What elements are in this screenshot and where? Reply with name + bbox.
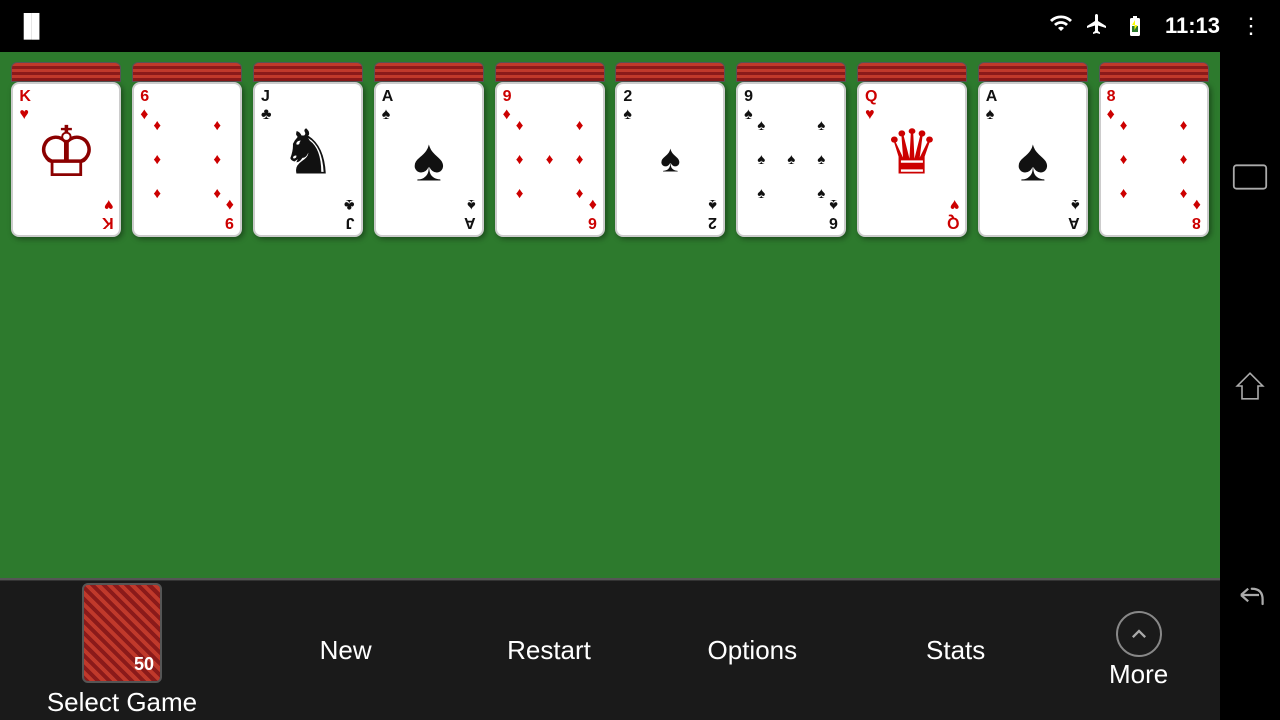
- card-9-spades[interactable]: 9♠ ♠ ♠ ♠ ♠ ♠ ♠ ♠ 6♠: [736, 82, 846, 237]
- overflow-menu-icon[interactable]: ⋮: [1240, 13, 1264, 39]
- card-pips: ♦ ♦ ♦ ♦ ♦ ♦: [1109, 108, 1199, 211]
- card-column-9: A♠ ♠ A♠: [976, 62, 1089, 237]
- card-8-diamonds[interactable]: 8♦ ♦ ♦ ♦ ♦ ♦ ♦ 8♦: [1099, 82, 1209, 237]
- card-stack-top-4: [374, 62, 484, 82]
- more-label: More: [1109, 659, 1168, 690]
- back-button[interactable]: [1228, 573, 1272, 617]
- game-number: 50: [134, 654, 154, 675]
- options-button[interactable]: Options: [651, 581, 854, 720]
- card-column-3: J♣ ♞ J♣: [252, 62, 365, 237]
- card-rank-top: Q♥: [865, 88, 877, 123]
- card-rank-bottom: J♣: [344, 196, 355, 231]
- navigation-bar: [1220, 52, 1280, 720]
- card-column-10: 8♦ ♦ ♦ ♦ ♦ ♦ ♦ 8♦: [1097, 62, 1210, 237]
- card-pip: ♠: [413, 125, 445, 194]
- menu-icon: ▐▌: [16, 13, 47, 39]
- status-bar: ▐▌ 11:13 ⋮: [0, 0, 1280, 52]
- wifi-icon: [1049, 11, 1073, 41]
- cards-area: K♥ ♔ K♥ 6♦ ♦ ♦ ♦ ♦ ♦ ♦: [10, 62, 1210, 237]
- card-stack-top-3: [253, 62, 363, 82]
- card-rank-bottom: Q♥: [947, 196, 959, 231]
- card-rank-bottom: 8♦: [1192, 196, 1201, 231]
- card-rank-bottom: A♠: [464, 196, 476, 231]
- select-game-label: Select Game: [47, 687, 197, 718]
- card-column-2: 6♦ ♦ ♦ ♦ ♦ ♦ ♦ 9♦: [131, 62, 244, 237]
- card-rank-top: J♣: [261, 88, 272, 123]
- card-column-5: 9♦ ♦ ♦ ♦ ♦ ♦ ♦ ♦ 6♦: [493, 62, 606, 237]
- home-button[interactable]: [1228, 364, 1272, 408]
- card-stack-top-1: [11, 62, 121, 82]
- airplane-icon: [1085, 12, 1109, 41]
- card-column-4: A♠ ♠ A♠: [372, 62, 485, 237]
- stats-label: Stats: [926, 635, 985, 666]
- game-area[interactable]: K♥ ♔ K♥ 6♦ ♦ ♦ ♦ ♦ ♦ ♦: [0, 52, 1220, 580]
- card-rank-bottom: 2♠: [708, 196, 717, 231]
- clock: 11:13: [1165, 13, 1220, 39]
- card-rank-top: A♠: [382, 88, 394, 123]
- more-circle-icon: [1116, 611, 1162, 657]
- card-stack-top-10: [1099, 62, 1209, 82]
- new-label: New: [320, 635, 372, 666]
- card-2-spades[interactable]: 2♠ ♠ 2♠: [615, 82, 725, 237]
- card-column-8: Q♥ ♛ Q♥: [856, 62, 969, 237]
- card-stack-top-8: [857, 62, 967, 82]
- card-stack-top-6: [615, 62, 725, 82]
- card-rank-bottom: 9♦: [225, 196, 234, 231]
- card-face: ♞: [280, 115, 336, 188]
- select-game-button[interactable]: 50 Select Game: [0, 581, 244, 720]
- card-pips: ♠ ♠ ♠ ♠ ♠ ♠ ♠: [746, 108, 836, 211]
- card-face: ♛: [884, 115, 940, 188]
- card-pips: ♦ ♦ ♦ ♦ ♦ ♦: [142, 108, 232, 211]
- card-face: ♔: [35, 117, 98, 187]
- card-ace-spades-2[interactable]: A♠ ♠ A♠: [978, 82, 1088, 237]
- stats-button[interactable]: Stats: [854, 581, 1057, 720]
- restart-label: Restart: [507, 635, 591, 666]
- card-rank-top: 2♠: [623, 88, 632, 123]
- card-rank-top: A♠: [986, 88, 998, 123]
- card-king-hearts[interactable]: K♥ ♔ K♥: [11, 82, 121, 237]
- card-rank-bottom: A♠: [1068, 196, 1080, 231]
- card-rank-top: K♥: [19, 88, 31, 123]
- card-stack-top-2: [132, 62, 242, 82]
- card-rank-bottom: K♥: [102, 196, 114, 231]
- battery-icon: [1121, 14, 1149, 38]
- card-6-diamonds[interactable]: 6♦ ♦ ♦ ♦ ♦ ♦ ♦ 9♦: [132, 82, 242, 237]
- card-pips: ♦ ♦ ♦ ♦ ♦ ♦ ♦: [505, 108, 595, 211]
- toolbar: 50 Select Game New Restart Options Stats…: [0, 580, 1220, 720]
- landscape-button[interactable]: [1228, 155, 1272, 199]
- card-rank-bottom: 6♦: [588, 196, 597, 231]
- card-jack-clubs[interactable]: J♣ ♞ J♣: [253, 82, 363, 237]
- card-stack-top-9: [978, 62, 1088, 82]
- more-button[interactable]: More: [1057, 581, 1220, 720]
- card-column-7: 9♠ ♠ ♠ ♠ ♠ ♠ ♠ ♠ 6♠: [735, 62, 848, 237]
- card-queen-hearts[interactable]: Q♥ ♛ Q♥: [857, 82, 967, 237]
- card-ace-spades[interactable]: A♠ ♠ A♠: [374, 82, 484, 237]
- card-pip: ♠: [660, 138, 680, 181]
- card-column-6: 2♠ ♠ 2♠: [614, 62, 727, 237]
- new-game-button[interactable]: New: [244, 581, 447, 720]
- options-label: Options: [708, 635, 798, 666]
- game-thumbnail: 50: [82, 583, 162, 683]
- card-rank-bottom: 6♠: [829, 196, 838, 231]
- card-9-diamonds[interactable]: 9♦ ♦ ♦ ♦ ♦ ♦ ♦ ♦ 6♦: [495, 82, 605, 237]
- card-stack-top-5: [495, 62, 605, 82]
- card-column-1: K♥ ♔ K♥: [10, 62, 123, 237]
- card-pip: ♠: [1017, 125, 1049, 194]
- card-stack-top-7: [736, 62, 846, 82]
- restart-button[interactable]: Restart: [447, 581, 650, 720]
